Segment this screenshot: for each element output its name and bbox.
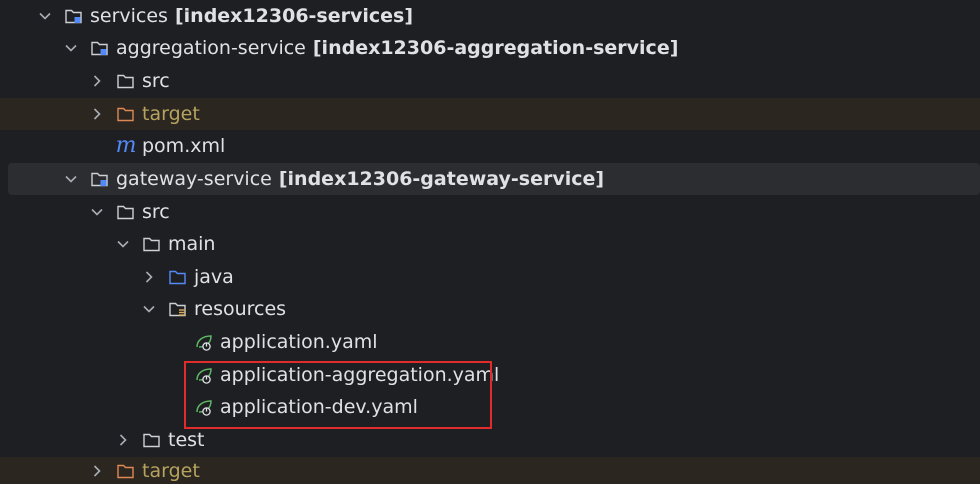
chevron-down-icon[interactable]: [64, 41, 78, 55]
module-folder-icon: [90, 38, 110, 58]
spring-yaml-icon: [194, 397, 214, 417]
tree-row-pom-xml[interactable]: m pom.xml: [0, 130, 980, 162]
excluded-folder-icon: [116, 461, 136, 481]
module-name: [index12306-gateway-service]: [278, 168, 605, 190]
tree-row-label: test: [168, 429, 205, 451]
tree-row-aggregation-service[interactable]: aggregation-service [index12306-aggregat…: [0, 32, 980, 64]
tree-row-label: target: [142, 103, 200, 125]
tree-row-src[interactable]: src: [0, 65, 980, 97]
chevron-down-icon[interactable]: [142, 302, 156, 316]
chevron-down-icon[interactable]: [116, 237, 130, 251]
tree-row-main[interactable]: main: [0, 228, 980, 260]
tree-row-label: services: [90, 5, 168, 27]
tree-row-label: aggregation-service: [116, 37, 306, 59]
tree-row-label: gateway-service: [116, 168, 272, 190]
maven-icon: m: [115, 133, 137, 158]
folder-icon: [142, 430, 162, 450]
spring-yaml-icon: [194, 365, 214, 385]
chevron-right-icon[interactable]: [90, 107, 104, 121]
tree-row-label: target: [142, 459, 200, 482]
module-folder-icon: [90, 169, 110, 189]
folder-icon: [116, 202, 136, 222]
chevron-down-icon[interactable]: [38, 9, 52, 23]
tree-row-application-dev-yaml[interactable]: application-dev.yaml: [0, 391, 980, 423]
tree-row-resources[interactable]: resources: [0, 293, 980, 325]
folder-icon: [142, 234, 162, 254]
tree-row-label: src: [142, 201, 170, 223]
tree-row-services[interactable]: services [index12306-services]: [0, 0, 980, 32]
tree-row-label: main: [168, 233, 216, 255]
tree-row-label: application-dev.yaml: [220, 396, 418, 418]
tree-row-label: application-aggregation.yaml: [220, 364, 500, 386]
module-name: [index12306-aggregation-service]: [312, 37, 679, 59]
tree-row-gateway-service[interactable]: gateway-service [index12306-gateway-serv…: [8, 163, 980, 195]
chevron-right-icon[interactable]: [90, 464, 104, 478]
source-folder-icon: [168, 267, 188, 287]
tree-row-application-aggregation-yaml[interactable]: application-aggregation.yaml: [0, 359, 980, 391]
tree-row-label: java: [194, 266, 234, 288]
spring-yaml-icon: [194, 332, 214, 352]
excluded-folder-icon: [116, 104, 136, 124]
tree-row-target[interactable]: target: [0, 457, 980, 484]
chevron-down-icon[interactable]: [90, 205, 104, 219]
chevron-right-icon[interactable]: [90, 74, 104, 88]
tree-row-target[interactable]: target: [0, 98, 980, 130]
tree-row-label: src: [142, 70, 170, 92]
chevron-right-icon[interactable]: [142, 270, 156, 284]
chevron-down-icon[interactable]: [64, 172, 78, 186]
tree-row-label: pom.xml: [142, 135, 226, 157]
module-folder-icon: [64, 6, 84, 26]
tree-row-label: application.yaml: [220, 331, 378, 353]
chevron-right-icon[interactable]: [116, 433, 130, 447]
tree-row-java[interactable]: java: [0, 261, 980, 293]
folder-icon: [116, 71, 136, 91]
tree-row-application-yaml[interactable]: application.yaml: [0, 326, 980, 358]
resources-folder-icon: [168, 299, 188, 319]
tree-row-label: resources: [194, 298, 287, 320]
project-tree: services [index12306-services] aggregati…: [0, 0, 980, 484]
module-name: [index12306-services]: [174, 5, 414, 27]
tree-row-test[interactable]: test: [0, 424, 980, 456]
tree-row-src[interactable]: src: [0, 196, 980, 228]
